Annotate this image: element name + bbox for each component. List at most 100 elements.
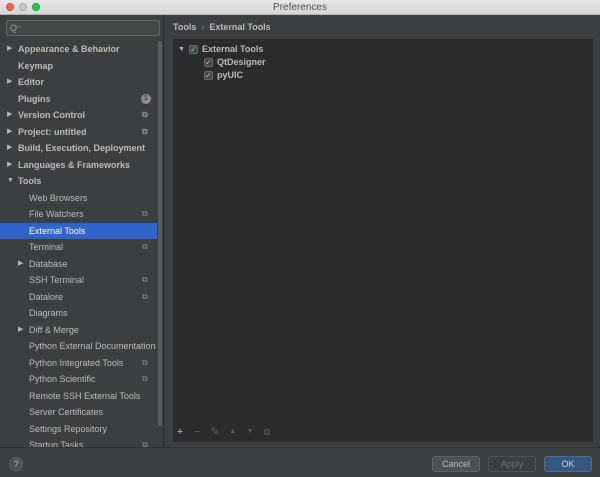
- settings-content: Tools › External Tools ▼ ✓ External Tools ✓ Qt…: [165, 15, 600, 447]
- project-level-icon: ⧉: [142, 374, 148, 383]
- chevron-right-icon[interactable]: ▶: [7, 74, 15, 91]
- sidebar-item-appearance-behavior[interactable]: ▶ Appearance & Behavior: [0, 41, 157, 58]
- sidebar-item-label: Web Browsers: [29, 192, 88, 203]
- sidebar-item-terminal[interactable]: Terminal ⧉: [0, 239, 157, 256]
- tool-label: External Tools: [202, 44, 264, 54]
- chevron-right-icon[interactable]: ▶: [7, 124, 15, 141]
- sidebar-item-plugins[interactable]: Plugins 1: [0, 91, 157, 108]
- sidebar-item-label: External Tools: [29, 225, 86, 236]
- tool-label: QtDesigner: [217, 57, 266, 67]
- sidebar-item-settings-repository[interactable]: Settings Repository: [0, 421, 157, 438]
- sidebar-item-label: Plugins: [18, 93, 51, 104]
- sidebar-item-database[interactable]: ▶ Database: [0, 256, 157, 273]
- add-tool-button[interactable]: +: [173, 424, 187, 440]
- chevron-right-icon[interactable]: ▶: [7, 140, 15, 157]
- updates-badge: 1: [141, 93, 151, 104]
- tool-checkbox[interactable]: ✓: [189, 45, 198, 54]
- sidebar-item-label: SSH Terminal: [29, 275, 84, 285]
- sidebar-item-server-certificates[interactable]: Server Certificates: [0, 404, 157, 421]
- project-level-icon: ⧉: [142, 275, 148, 284]
- sidebar-item-label: Diagrams: [29, 308, 68, 318]
- breadcrumb-separator: ›: [201, 22, 205, 32]
- sidebar-item-languages-frameworks[interactable]: ▶ Languages & Frameworks: [0, 157, 157, 174]
- sidebar-item-project-untitled[interactable]: ▶ Project: untitled ⧉: [0, 124, 157, 141]
- settings-tree: ▶ Appearance & Behavior Keymap ▶ Editor Plugi…: [0, 41, 157, 447]
- tool-checkbox[interactable]: ✓: [204, 58, 213, 67]
- chevron-right-icon[interactable]: ▶: [7, 41, 15, 58]
- title-bar: Preferences: [0, 0, 600, 15]
- sidebar-item-external-tools[interactable]: External Tools: [0, 222, 157, 239]
- sidebar-item-label: Database: [29, 258, 68, 269]
- chevron-right-icon[interactable]: ▶: [18, 322, 26, 339]
- sidebar-item-label: Editor: [18, 77, 44, 87]
- project-level-icon: ⧉: [142, 110, 148, 119]
- help-button[interactable]: ?: [9, 457, 23, 471]
- move-down-button[interactable]: ▼: [243, 424, 257, 440]
- sidebar-item-editor[interactable]: ▶ Editor: [0, 74, 157, 91]
- sidebar-item-diagrams[interactable]: Diagrams: [0, 305, 157, 322]
- external-tools-panel: ▼ ✓ External Tools ✓ QtDesigner ✓ pyUIC: [173, 39, 593, 442]
- window-title: Preferences: [273, 2, 327, 13]
- sidebar-item-label: Remote SSH External Tools: [29, 390, 141, 401]
- chevron-right-icon[interactable]: ▶: [18, 256, 26, 273]
- move-up-button[interactable]: ▲: [226, 424, 240, 440]
- project-level-icon: ⧉: [142, 209, 148, 218]
- sidebar-item-diff-merge[interactable]: ▶ Diff & Merge: [0, 322, 157, 339]
- remove-tool-button[interactable]: −: [190, 424, 204, 440]
- cancel-button[interactable]: Cancel: [432, 456, 480, 472]
- sidebar-item-label: Server Certificates: [29, 407, 104, 417]
- ok-button[interactable]: OK: [544, 456, 592, 472]
- sidebar-item-keymap[interactable]: Keymap: [0, 58, 157, 75]
- sidebar-item-label: Python Scientific: [29, 374, 96, 384]
- sidebar-item-label: Keymap: [18, 60, 54, 71]
- sidebar-item-datalore[interactable]: Datalore ⧉: [0, 289, 157, 306]
- project-level-icon: ⧉: [142, 291, 148, 301]
- breadcrumb-parent[interactable]: Tools: [173, 22, 196, 32]
- chevron-right-icon[interactable]: ▶: [7, 107, 15, 124]
- sidebar-item-label: Python External Documentation: [29, 341, 156, 351]
- sidebar-item-label: Appearance & Behavior: [18, 44, 120, 54]
- sidebar-item-version-control[interactable]: ▶ Version Control ⧉: [0, 107, 157, 124]
- breadcrumb-current: External Tools: [209, 22, 271, 32]
- tools-toolbar: + − ✎ ▲ ▼ ⧉: [173, 424, 293, 440]
- sidebar-item-web-browsers[interactable]: Web Browsers: [0, 190, 157, 207]
- sidebar-item-ssh-terminal[interactable]: SSH Terminal ⧉: [0, 272, 157, 289]
- sidebar-item-label: Languages & Frameworks: [18, 159, 131, 170]
- tool-label: pyUIC: [217, 70, 244, 80]
- scrollbar-thumb[interactable]: [158, 41, 162, 426]
- chevron-down-icon[interactable]: ▼: [178, 43, 185, 56]
- sidebar-item-label: File Watchers: [29, 209, 84, 219]
- sidebar-item-startup-tasks[interactable]: Startup Tasks ⧉: [0, 437, 157, 447]
- edit-tool-button[interactable]: ✎: [208, 424, 222, 440]
- sidebar-item-file-watchers[interactable]: File Watchers ⧉: [0, 206, 157, 223]
- sidebar-item-label: Version Control: [18, 110, 86, 120]
- tool-checkbox[interactable]: ✓: [204, 71, 213, 80]
- chevron-down-icon[interactable]: ▼: [7, 173, 15, 190]
- search-input[interactable]: [23, 21, 157, 35]
- sidebar-item-tools[interactable]: ▼ Tools: [0, 173, 157, 190]
- copy-tool-button[interactable]: ⧉: [260, 424, 274, 440]
- sidebar-item-label: Diff & Merge: [29, 324, 79, 335]
- sidebar-item-build-execution-deployment[interactable]: ▶ Build, Execution, Deployment: [0, 140, 157, 157]
- sidebar-scrollbar[interactable]: [158, 41, 163, 441]
- sidebar-item-label: Python Integrated Tools: [29, 357, 124, 368]
- sidebar-item-python-integrated-tools[interactable]: Python Integrated Tools ⧉: [0, 355, 157, 372]
- apply-button[interactable]: Apply: [488, 456, 536, 472]
- breadcrumb: Tools › External Tools: [173, 20, 271, 34]
- settings-sidebar: Q⁻ ▶ Appearance & Behavior Keymap ▶ Editor Pl…: [0, 15, 164, 447]
- project-level-icon: ⧉: [142, 357, 148, 367]
- dialog-footer: ? Cancel Apply OK: [0, 447, 600, 477]
- project-level-icon: ⧉: [142, 242, 148, 251]
- project-level-icon: ⧉: [142, 126, 148, 136]
- sidebar-item-label: Startup Tasks: [29, 440, 84, 447]
- sidebar-item-remote-ssh-external-tools[interactable]: Remote SSH External Tools: [0, 388, 157, 405]
- search-box[interactable]: Q⁻: [6, 20, 160, 36]
- sidebar-item-label: Tools: [18, 176, 42, 186]
- sidebar-item-label: Project: untitled: [18, 126, 87, 137]
- sidebar-item-label: Terminal: [29, 242, 64, 252]
- sidebar-item-python-scientific[interactable]: Python Scientific ⧉: [0, 371, 157, 388]
- sidebar-item-label: Build, Execution, Deployment: [18, 143, 146, 153]
- sidebar-item-python-external-documentation[interactable]: Python External Documentation: [0, 338, 157, 355]
- search-icon: Q⁻: [10, 23, 22, 33]
- chevron-right-icon[interactable]: ▶: [7, 157, 15, 174]
